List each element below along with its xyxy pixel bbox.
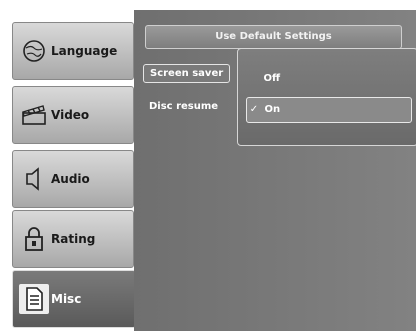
tab-audio[interactable]: Audio xyxy=(12,150,134,208)
screen-saver-dropdown: Off ✓ On xyxy=(237,48,416,146)
tab-rating[interactable]: Rating xyxy=(12,210,134,268)
check-icon: ✓ xyxy=(249,104,259,115)
lock-icon xyxy=(19,224,49,254)
speaker-icon xyxy=(19,164,49,194)
clapperboard-icon xyxy=(19,100,49,130)
option-on[interactable]: ✓ On xyxy=(246,97,412,123)
use-default-settings-button[interactable]: Use Default Settings xyxy=(145,25,402,49)
option-on-label: On xyxy=(264,104,281,115)
tab-audio-label: Audio xyxy=(51,172,90,186)
tab-language-label: Language xyxy=(51,44,118,58)
option-off[interactable]: Off xyxy=(246,67,410,91)
document-icon xyxy=(19,284,49,314)
tab-misc-label: Misc xyxy=(51,292,82,306)
tab-video-label: Video xyxy=(51,108,90,122)
globe-icon xyxy=(19,36,49,66)
tab-video[interactable]: Video xyxy=(12,86,134,144)
setting-screen-saver[interactable]: Screen saver xyxy=(143,64,231,83)
settings-sidebar: Language Video Audio Rating Misc xyxy=(0,0,136,331)
tab-language[interactable]: Language xyxy=(12,22,134,80)
option-off-label: Off xyxy=(263,73,281,84)
tab-rating-label: Rating xyxy=(51,232,96,246)
setting-disc-resume[interactable]: Disc resume xyxy=(143,98,224,115)
tab-misc[interactable]: Misc xyxy=(12,270,136,328)
